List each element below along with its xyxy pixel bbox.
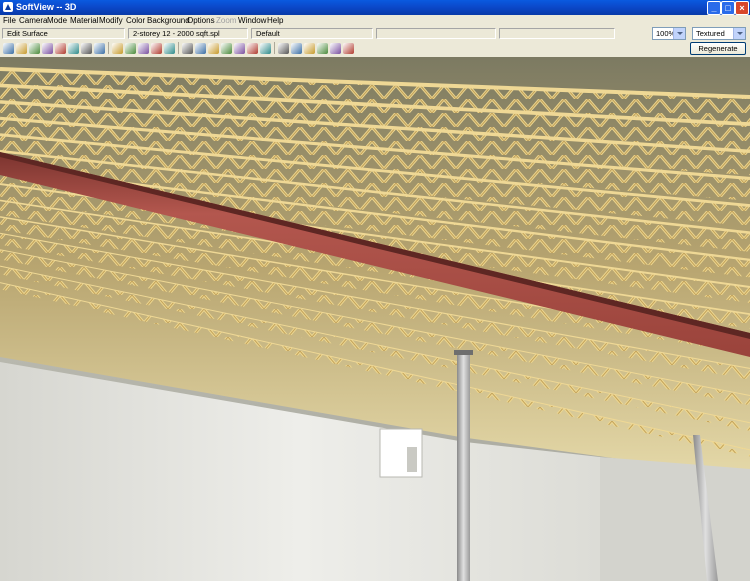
pencil-icon[interactable] — [138, 43, 149, 54]
undo-icon[interactable] — [151, 43, 162, 54]
light-icon[interactable] — [317, 43, 328, 54]
copy-icon[interactable] — [55, 43, 66, 54]
menu-material[interactable]: Material — [70, 16, 98, 25]
render-mode-select[interactable]: Textured — [692, 27, 746, 40]
maximize-button[interactable]: □ — [721, 1, 735, 15]
menu-camera[interactable]: Camera — [19, 16, 47, 25]
mode-field: Edit Surface — [2, 28, 125, 39]
grid-icon[interactable] — [208, 43, 219, 54]
toolbar-separator — [108, 42, 109, 54]
edit-icon[interactable] — [3, 43, 14, 54]
render-mode-value: Textured — [696, 29, 725, 38]
zoom-fit-icon[interactable] — [247, 43, 258, 54]
minimize-button[interactable]: _ — [707, 1, 721, 15]
menu-zoom: Zoom — [216, 16, 237, 25]
save-icon[interactable] — [29, 43, 40, 54]
chevron-down-icon — [733, 28, 745, 39]
status-row: Edit Surface 2-storey 12 - 2000 sqft.spl… — [0, 27, 750, 41]
regenerate-button[interactable]: Regenerate — [690, 42, 746, 55]
sun-icon[interactable] — [260, 43, 271, 54]
close-button[interactable]: × — [735, 1, 749, 15]
select-icon[interactable] — [195, 43, 206, 54]
menu-background[interactable]: Background — [147, 16, 190, 25]
status-field-4 — [376, 28, 496, 39]
scheme-field: Default — [251, 28, 373, 39]
app-icon — [3, 2, 13, 12]
menu-mode[interactable]: Mode — [47, 16, 67, 25]
window-title: SoftView -- 3D — [16, 2, 77, 12]
support-post — [457, 352, 470, 581]
open-icon[interactable] — [16, 43, 27, 54]
move-icon[interactable] — [125, 43, 136, 54]
fullscreen-icon[interactable] — [343, 43, 354, 54]
pan-icon[interactable] — [330, 43, 341, 54]
file-field: 2-storey 12 - 2000 sqft.spl — [128, 28, 248, 39]
toolbar-separator — [274, 42, 275, 54]
menu-window[interactable]: Window — [238, 16, 266, 25]
toolbar — [0, 41, 750, 56]
zoom-in-icon[interactable] — [221, 43, 232, 54]
title-bar: SoftView -- 3D _ □ × — [0, 0, 750, 15]
walk-icon[interactable] — [278, 43, 289, 54]
menu-color[interactable]: Color — [126, 16, 145, 25]
3d-scene — [0, 57, 750, 581]
chevron-down-icon — [673, 28, 685, 39]
menu-modify[interactable]: Modify — [99, 16, 123, 25]
menu-help[interactable]: Help — [267, 16, 283, 25]
zoom-select[interactable]: 100% — [652, 27, 686, 40]
orbit-icon[interactable] — [304, 43, 315, 54]
print-icon[interactable] — [42, 43, 53, 54]
menu-file[interactable]: File — [3, 16, 16, 25]
menu-bar: File Camera Mode Material Modify Color B… — [0, 15, 750, 27]
view1-icon[interactable] — [68, 43, 79, 54]
toolbar-separator — [178, 42, 179, 54]
menu-options[interactable]: Options — [187, 16, 215, 25]
zoom-out-icon[interactable] — [234, 43, 245, 54]
redo-icon[interactable] — [164, 43, 175, 54]
fly-icon[interactable] — [291, 43, 302, 54]
image-icon[interactable] — [182, 43, 193, 54]
view3-icon[interactable] — [94, 43, 105, 54]
status-field-5 — [499, 28, 615, 39]
view2-icon[interactable] — [81, 43, 92, 54]
3d-viewport[interactable] — [0, 57, 750, 581]
camera-icon[interactable] — [112, 43, 123, 54]
